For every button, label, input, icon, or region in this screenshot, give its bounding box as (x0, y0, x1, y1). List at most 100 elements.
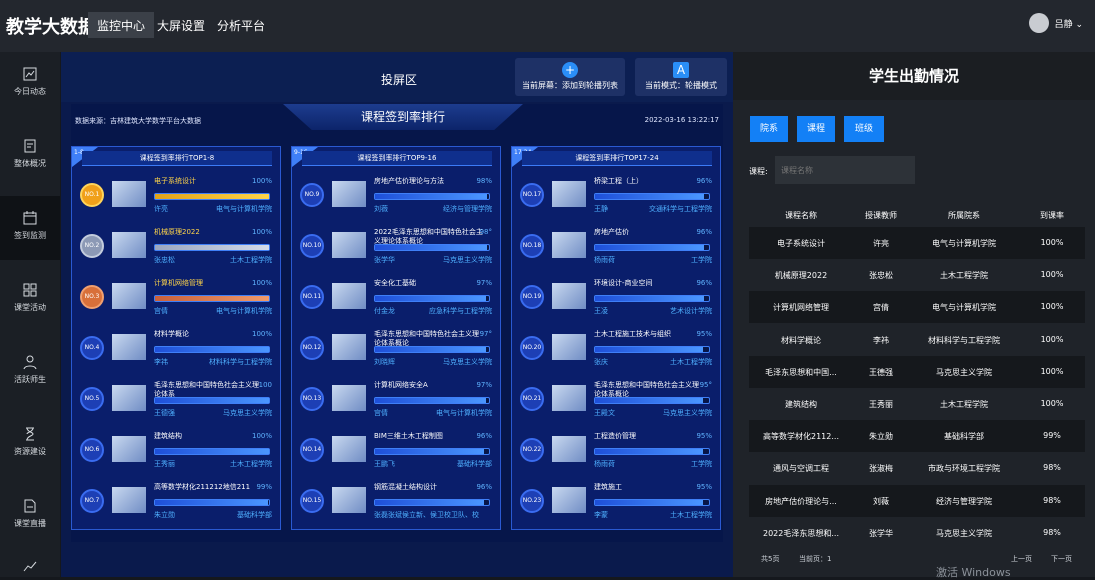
cell-teacher: 宫倩 (873, 303, 889, 313)
signin-rate: 96% (476, 432, 492, 440)
tab-screen-settings[interactable]: 大屏设置 (148, 12, 214, 38)
cell-teacher: 王秀丽 (869, 400, 893, 409)
department-name: 交通科学与工程学院 (649, 205, 712, 213)
table-row[interactable]: 房地产估价理论与... 刘薇 经济与管理学院 98% (749, 484, 1085, 517)
table-row[interactable]: 计算机网络管理 宫倩 电气与计算机学院 100% (749, 291, 1085, 324)
table-row[interactable]: 材料学概论 李祎 材料科学与工程学院 100% (749, 324, 1085, 356)
user-menu[interactable]: 吕静 ⌄ (1028, 13, 1083, 33)
department-name: 经济与管理学院 (443, 205, 492, 213)
sidebar-item-today[interactable]: 今日动态 (0, 52, 60, 116)
rank-badge: NO.19 (520, 285, 544, 309)
signin-rate: 95% (696, 483, 712, 491)
sidebar-item-live[interactable]: 课堂直播 (0, 484, 60, 548)
signin-rate-bar (374, 346, 490, 353)
col-header-course: 课程名称 (785, 211, 817, 220)
cell-course: 高等数学材化2112... (763, 432, 839, 442)
add-to-carousel-button[interactable]: + 当前屏幕：添加到轮播列表 (515, 58, 625, 96)
cell-teacher: 许亮 (873, 239, 889, 248)
rank-badge: NO.17 (520, 183, 544, 207)
department-name: 艺术设计学院 (670, 307, 712, 315)
cell-course: 材料学概论 (781, 335, 821, 345)
table-row[interactable]: 毛泽东思想和中国... 王德强 马克思主义学院 100% (749, 355, 1085, 388)
table-row[interactable]: 2022毛泽东思想和... 张学华 马克思主义学院 98% (749, 517, 1085, 549)
sidebar-item-overview[interactable]: 整体概况 (0, 124, 60, 188)
signin-rate-bar (374, 295, 490, 302)
prev-page-link[interactable]: 上一页 (1011, 554, 1032, 564)
signin-rate-bar (594, 346, 710, 353)
projection-header: 投屏区 + 当前屏幕：添加到轮播列表 A 当前模式：轮播模式 (61, 52, 733, 102)
list-item: NO.22 工程造价管理 95% 杨雨荷 工学院 (512, 428, 720, 478)
department-name: 马克思主义学院 (663, 409, 712, 417)
next-page-link[interactable]: 下一页 (1051, 554, 1072, 564)
cell-rate: 98% (1043, 527, 1061, 537)
signin-rate: 96% (476, 483, 492, 491)
teacher-name: 李祎 (154, 358, 168, 366)
table-row[interactable]: 高等数学材化2112... 朱立勋 基础科学部 99% (749, 420, 1085, 453)
cell-course: 电子系统设计 (777, 239, 825, 248)
course-name: 桥梁工程（上） (594, 177, 643, 185)
signin-rate-bar (154, 397, 270, 404)
rank-badge: NO.23 (520, 489, 544, 513)
sidebar-item-resources[interactable]: 资源建设 (0, 412, 60, 476)
rank-badge: NO.9 (300, 183, 324, 207)
signin-rate-bar (154, 448, 270, 455)
cell-course: 计算机网络管理 (773, 303, 829, 313)
course-thumbnail (552, 283, 586, 309)
teacher-name: 王德强 (154, 409, 175, 417)
sidebar-item-signin[interactable]: 签到监测 (0, 196, 60, 260)
teacher-name: 张忠松 (154, 256, 175, 264)
trend-icon (23, 561, 37, 572)
teacher-name: 王秀丽 (154, 460, 175, 468)
course-name: 土木工程施工技术与组织 (594, 330, 671, 338)
list-item: NO.18 房地产估价 96% 杨雨荷 工学院 (512, 224, 720, 274)
department-name: 马克思主义学院 (443, 358, 492, 366)
cell-dept: 基础科学部 (944, 432, 984, 442)
carousel-mode-button[interactable]: A 当前模式：轮播模式 (635, 58, 727, 96)
course-thumbnail (332, 487, 366, 513)
list-item: NO.7 高等数学材化211212地信211 99% 朱立勋 基础科学部 (72, 479, 280, 529)
filter-department-button[interactable]: 院系 (750, 116, 788, 142)
filter-course-button[interactable]: 课程 (797, 116, 835, 142)
ranking-panel: 1-8 课程签到率排行TOP1-8 NO.1 电子系统设计 100% 许亮 电气与… (71, 146, 281, 530)
department-name: 工学院 (691, 256, 712, 264)
sidebar-item-more[interactable] (0, 548, 60, 577)
table-row[interactable]: 建筑结构 王秀丽 土木工程学院 100% (749, 388, 1085, 420)
sidebar-item-active-users[interactable]: 活跃师生 (0, 340, 60, 404)
table-row[interactable]: 电子系统设计 许亮 电气与计算机学院 100% (749, 227, 1085, 259)
course-name: BIM三维土木工程制图 (374, 432, 443, 440)
sidebar-item-activity[interactable]: 课堂活动 (0, 268, 60, 332)
tab-analysis-platform[interactable]: 分析平台 (208, 12, 274, 38)
cell-rate: 98% (1043, 463, 1061, 473)
signin-rate: 100% (251, 279, 272, 287)
carousel-mode-label: 当前模式：轮播模式 (645, 81, 717, 90)
table-row[interactable]: 机械原理2022 张忠松 土木工程学院 100% (749, 259, 1085, 291)
teacher-name: 宫倩 (374, 409, 388, 417)
page-current: 当前页：1 (799, 555, 832, 563)
rank-badge: NO.18 (520, 234, 544, 258)
signin-rate: 98° (479, 228, 492, 236)
signin-rate-bar-fill (595, 500, 704, 505)
course-thumbnail (332, 436, 366, 462)
list-item: NO.13 计算机网络安全A 97% 宫倩 电气与计算机学院 (292, 377, 500, 427)
filter-class-button[interactable]: 班级 (844, 116, 884, 142)
signin-rate-bar-fill (375, 449, 485, 454)
sidebar-item-label: 整体概况 (14, 159, 46, 168)
course-search-input[interactable] (775, 156, 915, 184)
monitor-icon: A (673, 62, 689, 78)
teacher-name: 宫倩 (154, 307, 168, 315)
cell-teacher: 张学华 (869, 528, 893, 538)
tab-monitor-center[interactable]: 监控中心 (88, 12, 155, 38)
grid-icon (23, 283, 37, 297)
cell-course: 2022毛泽东思想和... (763, 528, 839, 538)
cell-dept: 马克思主义学院 (936, 367, 992, 377)
signin-rate-bar (374, 244, 490, 251)
table-row[interactable]: 通风与空调工程 张淑梅 市政与环境工程学院 98% (749, 452, 1085, 484)
list-item: NO.12 毛泽东思想和中国特色社会主义理论体系概论 97° 刘晓辉 马克思主义… (292, 326, 500, 376)
calendar-icon (23, 211, 37, 225)
course-thumbnail (112, 487, 146, 513)
signin-rate: 100% (251, 177, 272, 185)
signin-rate-bar-fill (155, 398, 269, 403)
list-item: NO.3 计算机网络管理 100% 宫倩 电气与计算机学院 (72, 275, 280, 325)
sidebar-item-label: 课堂活动 (14, 303, 46, 312)
course-thumbnail (332, 181, 366, 207)
